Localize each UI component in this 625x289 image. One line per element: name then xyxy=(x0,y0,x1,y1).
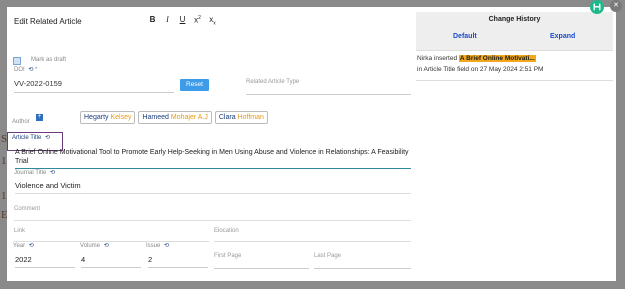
mark-as-draft-label: Mark as draft xyxy=(31,57,67,63)
italic-button[interactable]: I xyxy=(163,15,172,27)
underline-button[interactable]: U xyxy=(178,15,187,27)
bold-button[interactable]: B xyxy=(148,15,157,27)
author-last-name: Hoffman xyxy=(237,114,264,121)
volume-label: Volume xyxy=(80,243,101,249)
author-first-name: Hameed xyxy=(142,114,169,121)
edit-related-article-dialog: Edit Related Article B I U x2 xx Mark as… xyxy=(7,7,616,281)
change-history-header: Change History Default Expand xyxy=(416,12,613,51)
change-history-panel: Change History Default Expand Nirka inse… xyxy=(416,12,613,281)
issue-field[interactable]: 2 xyxy=(148,255,208,268)
mark-as-draft-checkbox[interactable] xyxy=(13,57,21,65)
author-chip[interactable]: Clara Hoffman xyxy=(214,111,268,124)
format-toolbar: B I U x2 xx xyxy=(148,15,217,27)
link-field[interactable]: Link xyxy=(14,228,209,242)
add-author-button[interactable]: + xyxy=(36,114,43,121)
author-label: Author xyxy=(12,119,30,125)
volume-field[interactable]: 4 xyxy=(81,255,141,268)
issue-label: Issue xyxy=(146,243,161,249)
author-chip[interactable]: Hameed Mohajer A.J xyxy=(138,111,212,124)
year-field[interactable]: 2022 xyxy=(15,255,75,268)
history-entry-user: Nirka inserted xyxy=(417,55,458,62)
doi-field[interactable]: VV-2022-0159 xyxy=(14,79,174,93)
history-icon[interactable]: ⟲ xyxy=(29,242,34,249)
year-label: Year xyxy=(13,243,26,249)
history-entry-highlight: A Brief Online Motivati... xyxy=(458,55,536,62)
issue-label-row: Issue ⟲ xyxy=(146,242,169,249)
volume-label-row: Volume ⟲ xyxy=(80,242,109,249)
doi-label-row: DOI ⟲ * xyxy=(14,66,37,73)
superscript-marker: 2 xyxy=(198,15,201,21)
author-first-name: Hegarty xyxy=(84,114,109,121)
history-icon[interactable]: ⟲ xyxy=(50,169,55,176)
history-divider xyxy=(416,80,613,81)
change-history-title: Change History xyxy=(488,16,541,23)
author-chip[interactable]: Hegarty Kelsey xyxy=(80,111,136,124)
save-icon xyxy=(593,3,601,11)
clear-format-button[interactable]: xx xyxy=(208,15,217,27)
doi-label: DOI xyxy=(14,67,25,73)
superscript-button[interactable]: x2 xyxy=(193,15,202,27)
dialog-title: Edit Related Article xyxy=(14,17,82,26)
clear-format-marker: x xyxy=(213,20,216,27)
elocation-field[interactable]: Elocation xyxy=(214,228,411,242)
journal-title-label-row: Journal Title ⟲ xyxy=(14,169,55,176)
article-title-label: Article Title xyxy=(12,135,42,141)
year-label-row: Year ⟲ xyxy=(13,242,34,249)
journal-title-field[interactable]: Violence and Victim xyxy=(15,181,411,194)
author-chips: Hegarty Kelsey Hameed Mohajer A.J Clara … xyxy=(80,111,268,124)
expand-view-button[interactable]: Expand xyxy=(550,33,575,40)
author-last-name: Kelsey xyxy=(110,114,132,121)
history-icon[interactable]: ⟲ xyxy=(104,242,109,249)
required-mark: * xyxy=(35,67,38,73)
article-title-label-row: Article Title ⟲ xyxy=(12,134,50,141)
history-icon[interactable]: ⟲ xyxy=(164,242,169,249)
article-form: Edit Related Article B I U x2 xx Mark as… xyxy=(7,7,412,281)
comment-field[interactable]: Comment xyxy=(14,206,411,221)
first-page-field[interactable]: First Page xyxy=(214,253,309,269)
author-last-name: Mohajer A.J xyxy=(170,114,208,121)
history-entry-detail: in Article Title field on 27 May 2024 2:… xyxy=(417,66,544,73)
history-icon[interactable]: ⟲ xyxy=(28,66,33,73)
reset-button[interactable]: Reset xyxy=(180,79,209,91)
journal-title-label: Journal Title xyxy=(14,170,47,176)
close-icon: ✕ xyxy=(613,2,619,9)
close-button[interactable]: ✕ xyxy=(610,0,622,12)
author-first-name: Clara xyxy=(218,114,236,121)
related-article-type-select[interactable]: Related Article Type xyxy=(246,79,411,95)
article-title-field[interactable]: A Brief Online Motivational Tool to Prom… xyxy=(15,148,411,169)
default-view-button[interactable]: Default xyxy=(453,33,477,40)
history-icon[interactable]: ⟲ xyxy=(45,134,50,141)
history-entry: Nirka inserted A Brief Online Motivati..… xyxy=(417,53,543,75)
last-page-field[interactable]: Last Page xyxy=(314,253,411,269)
save-button[interactable] xyxy=(590,0,604,14)
